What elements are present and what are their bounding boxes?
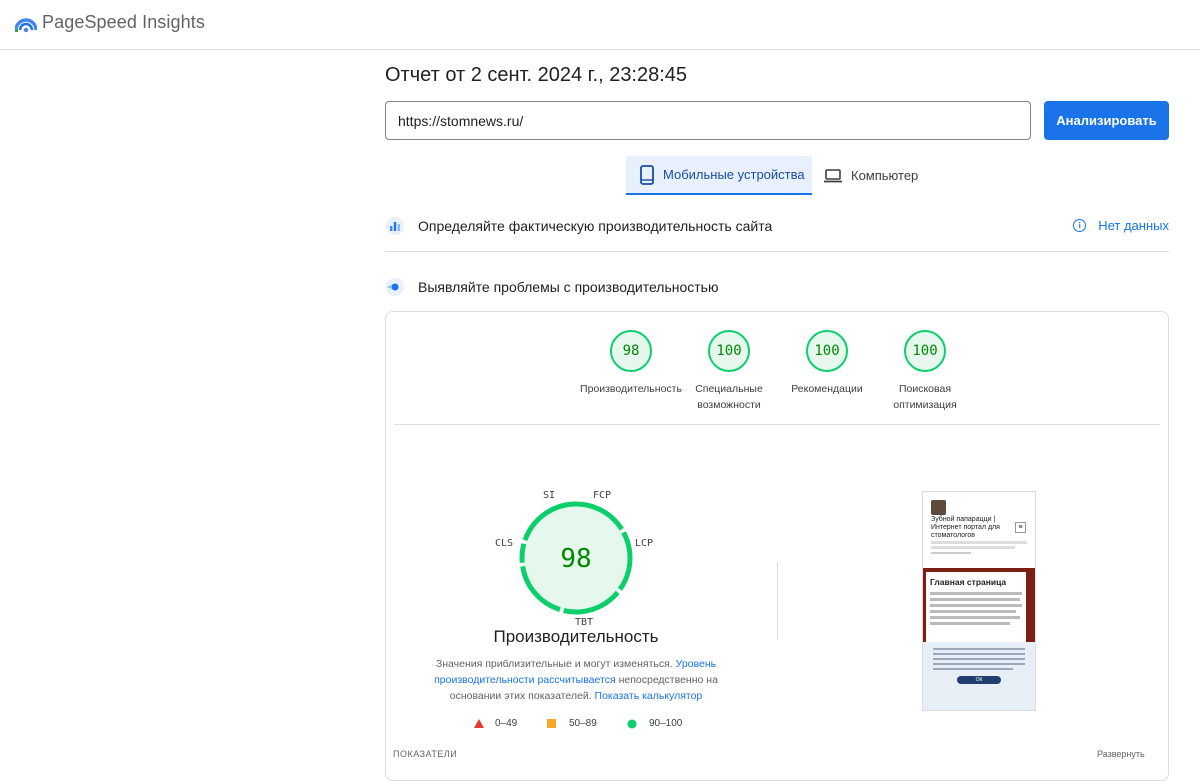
- performance-gauge: 98: [519, 501, 633, 615]
- metric-label-si: SI: [543, 490, 556, 501]
- vertical-divider: [777, 562, 778, 640]
- triangle-icon: [474, 719, 484, 728]
- score-gauge-seo[interactable]: 100 Поисковая оптимизация: [870, 330, 980, 413]
- scores-card: 98 Производительность 100 Специальные во…: [385, 311, 1169, 781]
- legend-range: 0–49: [495, 718, 518, 729]
- score-value: 100: [806, 330, 848, 372]
- field-data-heading: Определяйте фактическую производительнос…: [418, 218, 773, 234]
- smartphone-icon: [640, 164, 654, 185]
- tab-label: Мобильные устройства: [663, 167, 805, 182]
- score-label: Поисковая оптимизация: [893, 383, 957, 411]
- cookie-ok-button: ОК: [957, 676, 1001, 684]
- tab-label: Компьютер: [851, 168, 919, 183]
- legend-range: 90–100: [649, 718, 683, 729]
- score-gauge-best-practices[interactable]: 100 Рекомендации: [772, 330, 882, 397]
- tab-mobile[interactable]: Мобильные устройства: [626, 156, 812, 195]
- field-data-section: Определяйте фактическую производительнос…: [385, 214, 1169, 238]
- performance-note: Значения приблизительные и могут изменят…: [416, 656, 736, 704]
- card-divider: [394, 424, 1160, 425]
- score-gauge-accessibility[interactable]: 100 Специальные возможности: [674, 330, 784, 413]
- score-value: 98: [610, 330, 652, 372]
- score-label: Специальные возможности: [695, 383, 763, 411]
- laptop-icon: [824, 168, 842, 182]
- tab-desktop[interactable]: Компьютер: [824, 156, 918, 195]
- site-avatar: [931, 500, 946, 515]
- menu-icon: ≡: [1015, 522, 1026, 533]
- metric-label-lcp: LCP: [635, 538, 654, 549]
- note-text: Значения приблизительные и могут изменят…: [435, 658, 673, 670]
- text-line: [931, 552, 971, 554]
- site-title: Зубной папарацци | Интернет портал для с…: [931, 516, 1000, 539]
- score-value: 100: [904, 330, 946, 372]
- score-label: Производительность: [580, 383, 682, 395]
- report-title: Отчет от 2 сент. 2024 г., 23:28:45: [385, 64, 688, 86]
- url-input[interactable]: [385, 101, 1031, 140]
- info-icon: i: [1073, 219, 1087, 232]
- score-gauge-performance[interactable]: 98 Производительность: [576, 330, 686, 397]
- text-line: [931, 546, 1015, 549]
- no-data-label: Нет данных: [1098, 218, 1169, 233]
- legend-good: 90–100: [627, 718, 682, 729]
- score-value: 100: [708, 330, 750, 372]
- no-data-link[interactable]: i Нет данных: [1073, 218, 1169, 233]
- show-calculator-link[interactable]: Показать калькулятор: [595, 690, 703, 702]
- hero-image: Главная страница: [923, 568, 1035, 642]
- legend-poor: 0–49: [474, 718, 517, 729]
- metric-label-cls: CLS: [495, 538, 514, 549]
- circle-icon: [627, 719, 637, 728]
- performance-score-value: 98: [560, 544, 591, 574]
- legend-average: 50–89: [547, 718, 597, 729]
- section-divider: [385, 251, 1169, 252]
- brand-name[interactable]: PageSpeed Insights: [42, 12, 205, 33]
- square-icon: [547, 719, 556, 728]
- final-screenshot: Зубной папарацци | Интернет портал для с…: [922, 491, 1036, 711]
- lab-data-section: Выявляйте проблемы с производительностью: [385, 275, 1169, 299]
- top-bar: PageSpeed Insights: [0, 0, 1200, 50]
- lab-data-heading: Выявляйте проблемы с производительностью: [418, 279, 719, 295]
- page-heading: Главная страница: [930, 577, 1007, 587]
- metric-label-fcp: FCP: [593, 490, 612, 501]
- performance-title: Производительность: [493, 627, 659, 646]
- crux-bar-chart-icon: [386, 217, 404, 235]
- lighthouse-icon: [386, 278, 404, 296]
- pagespeed-logo-icon[interactable]: [15, 13, 37, 33]
- score-label: Рекомендации: [791, 383, 863, 395]
- cookie-banner: ОК: [923, 642, 1035, 710]
- analyze-button[interactable]: Анализировать: [1044, 101, 1169, 140]
- text-line: [931, 541, 1027, 544]
- legend-range: 50–89: [569, 718, 597, 729]
